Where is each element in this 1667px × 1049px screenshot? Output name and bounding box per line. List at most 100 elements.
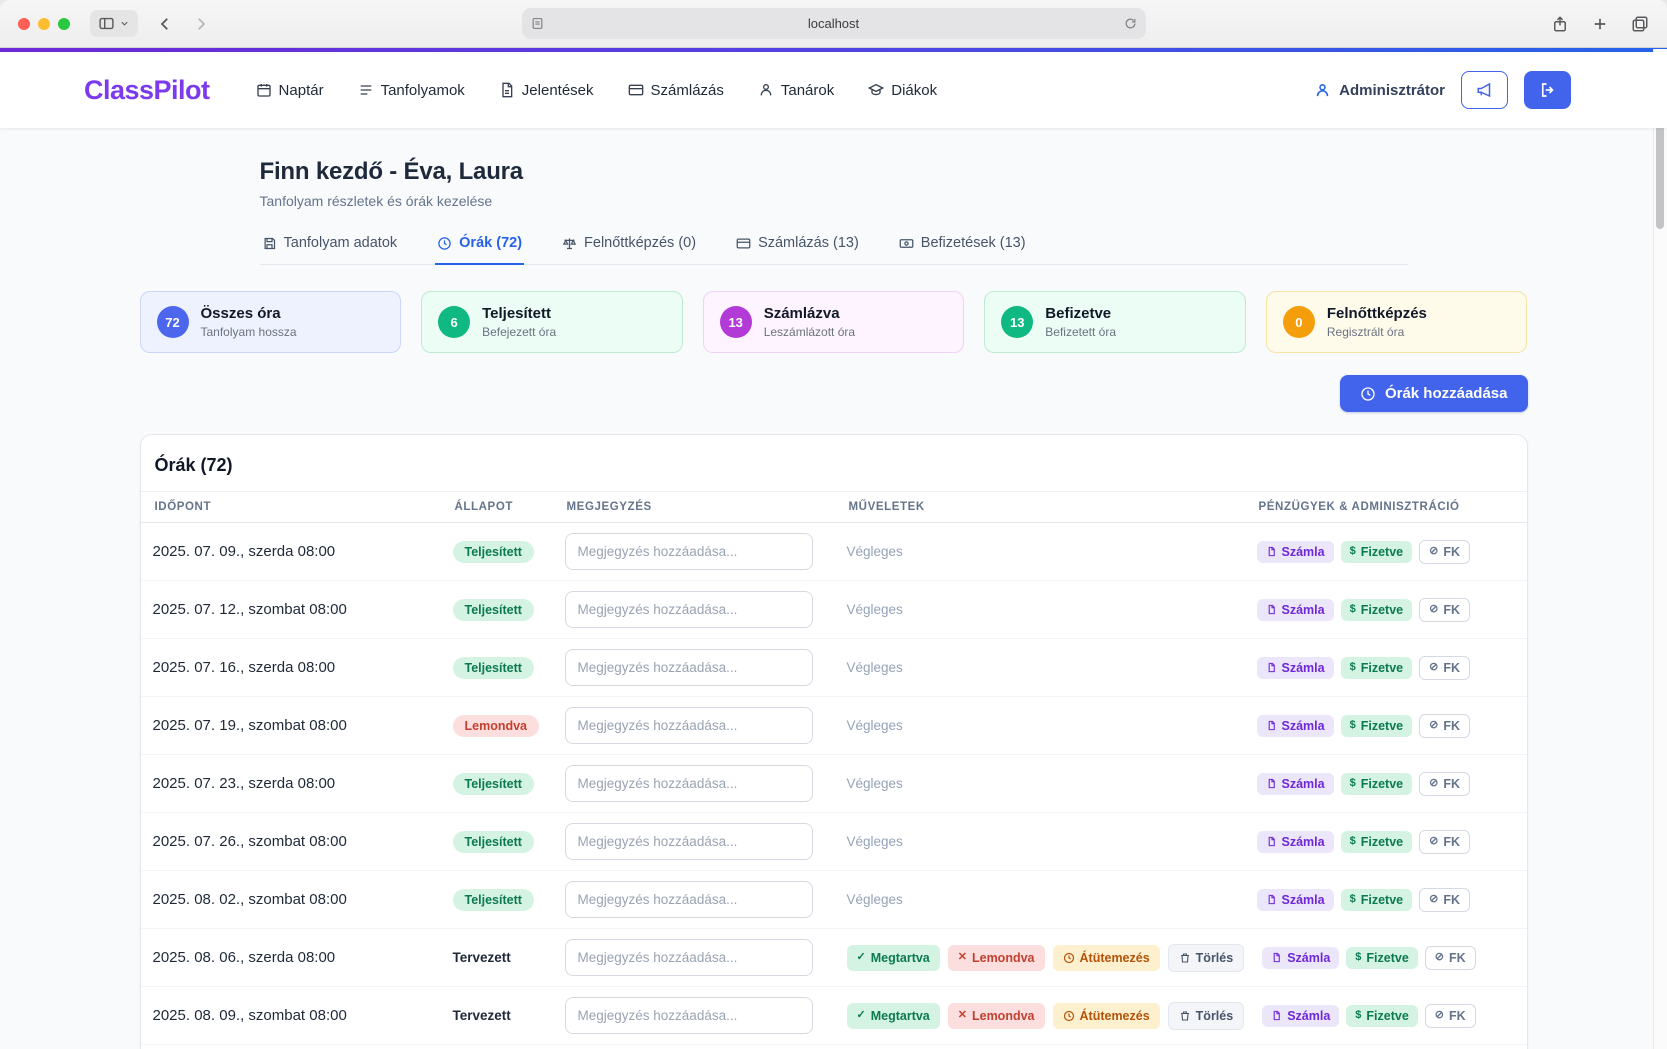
stat-value-badge: 13 [1001,306,1033,338]
nav-item-jelentesek[interactable]: Jelentések [499,82,594,99]
circle-slash-icon: ⊘ [1435,1010,1444,1021]
fk-badge[interactable]: ⊘FK [1419,656,1470,680]
lesson-actions: ✓Megtartva ✕Lemondva Átütemezés Törlés [847,944,1245,972]
nav-item-diakok[interactable]: Diákok [868,82,937,99]
sidebar-toggle-button[interactable] [90,10,138,37]
note-input[interactable] [565,997,813,1034]
dollar-icon: $ [1350,894,1356,905]
torles-button[interactable]: Törlés [1168,1002,1245,1030]
fk-badge[interactable]: ⊘FK [1419,540,1470,564]
invoice-icon [1266,778,1277,789]
new-tab-button[interactable] [1591,15,1609,33]
lesson-date: 2025. 07. 09., szerda 08:00 [141,533,441,570]
tab-felnottkepzes[interactable]: Felnőttképzés (0) [560,235,698,265]
table-row: 2025. 07. 26., szombat 08:00 Teljesített… [141,813,1527,871]
fk-badge[interactable]: ⊘FK [1419,772,1470,796]
szamla-badge[interactable]: Számla [1257,599,1334,621]
fk-badge[interactable]: ⊘FK [1419,714,1470,738]
fizetve-badge[interactable]: $Fizetve [1341,889,1413,911]
fizetve-badge[interactable]: $Fizetve [1341,599,1413,621]
note-input[interactable] [565,939,813,976]
forward-button[interactable] [192,15,210,33]
tab-befizetesek[interactable]: Befizetések (13) [897,235,1028,265]
save-icon [262,236,277,251]
teacher-icon [758,82,774,98]
announcements-button[interactable] [1461,71,1508,109]
browser-window: localhost ClassPilot Naptár [0,0,1667,1049]
note-input[interactable] [565,533,813,570]
fizetve-badge[interactable]: $Fizetve [1341,657,1413,679]
invoice-icon [1266,720,1277,731]
tab-overview-button[interactable] [1631,15,1649,33]
stat-osszes-ora: 72 Összes óra Tanfolyam hossza [140,291,402,353]
szamla-badge[interactable]: Számla [1257,889,1334,911]
back-button[interactable] [156,15,174,33]
reload-icon[interactable] [1124,17,1137,30]
nav-item-tanarok[interactable]: Tanárok [758,82,834,99]
report-icon [499,82,515,98]
finance-cell: Számla $Fizetve ⊘FK [1245,646,1527,690]
fizetve-badge[interactable]: $Fizetve [1341,715,1413,737]
fk-badge[interactable]: ⊘FK [1419,830,1470,854]
scale-icon [562,236,577,251]
invoice-icon [1266,604,1277,615]
szamla-badge[interactable]: Számla [1257,541,1334,563]
nav-item-szamlazas[interactable]: Számlázás [628,82,724,99]
nav-item-tanfolyamok[interactable]: Tanfolyamok [358,82,465,99]
torles-button[interactable]: Törlés [1168,944,1245,972]
szamla-badge[interactable]: Számla [1257,715,1334,737]
nav-item-naptar[interactable]: Naptár [256,82,324,99]
fizetve-badge[interactable]: $Fizetve [1346,1005,1418,1027]
note-input[interactable] [565,649,813,686]
lesson-date: 2025. 07. 19., szombat 08:00 [141,707,441,744]
szamla-badge[interactable]: Számla [1257,657,1334,679]
clock-icon [437,236,452,251]
szamla-badge[interactable]: Számla [1262,1005,1339,1027]
fk-badge[interactable]: ⊘FK [1419,598,1470,622]
note-input[interactable] [565,881,813,918]
atutemezes-button[interactable]: Átütemezés [1053,945,1160,971]
table-row: 2025. 08. 02., szombat 08:00 Teljesített… [141,871,1527,929]
megtartva-button[interactable]: ✓Megtartva [847,1003,940,1029]
szamla-badge[interactable]: Számla [1262,947,1339,969]
window-controls [18,18,70,30]
billing-icon [628,82,644,98]
szamla-badge[interactable]: Számla [1257,773,1334,795]
trash-icon [1179,952,1191,964]
megtartva-button[interactable]: ✓Megtartva [847,945,940,971]
invoice-icon [1266,894,1277,905]
fizetve-badge[interactable]: $Fizetve [1341,831,1413,853]
stat-felnottkepzes: 0 Felnőttképzés Regisztrált óra [1266,291,1528,353]
tab-tanfolyam-adatok[interactable]: Tanfolyam adatok [260,235,400,265]
finance-cell: Számla $Fizetve ⊘FK [1250,936,1527,980]
app-logo[interactable]: ClassPilot [84,75,210,106]
szamla-badge[interactable]: Számla [1257,831,1334,853]
fizetve-badge[interactable]: $Fizetve [1341,773,1413,795]
dollar-icon: $ [1350,836,1356,847]
note-input[interactable] [565,591,813,628]
finance-cell: Számla $Fizetve ⊘FK [1245,878,1527,922]
logout-button[interactable] [1524,71,1571,109]
fk-badge[interactable]: ⊘FK [1425,1004,1476,1028]
zoom-window-button[interactable] [58,18,70,30]
note-input[interactable] [565,823,813,860]
main-nav: Naptár Tanfolyamok Jelentések Számlázás … [256,82,938,99]
share-button[interactable] [1551,15,1569,33]
scrollbar-track[interactable] [1653,49,1667,1049]
lemondva-button[interactable]: ✕Lemondva [948,1003,1045,1029]
atutemezes-button[interactable]: Átütemezés [1053,1003,1160,1029]
tab-szamlazas[interactable]: Számlázás (13) [734,235,861,265]
tab-orak[interactable]: Órák (72) [435,235,524,265]
note-input[interactable] [565,707,813,744]
lessons-table-card: Órák (72) Időpont Állapot Megjegyzés Műv… [140,434,1528,1049]
close-window-button[interactable] [18,18,30,30]
lemondva-button[interactable]: ✕Lemondva [948,945,1045,971]
address-bar[interactable]: localhost [522,8,1146,39]
fizetve-badge[interactable]: $Fizetve [1346,947,1418,969]
add-lessons-button[interactable]: Órák hozzáadása [1340,375,1528,412]
fk-badge[interactable]: ⊘FK [1425,946,1476,970]
fk-badge[interactable]: ⊘FK [1419,888,1470,912]
minimize-window-button[interactable] [38,18,50,30]
note-input[interactable] [565,765,813,802]
fizetve-badge[interactable]: $Fizetve [1341,541,1413,563]
